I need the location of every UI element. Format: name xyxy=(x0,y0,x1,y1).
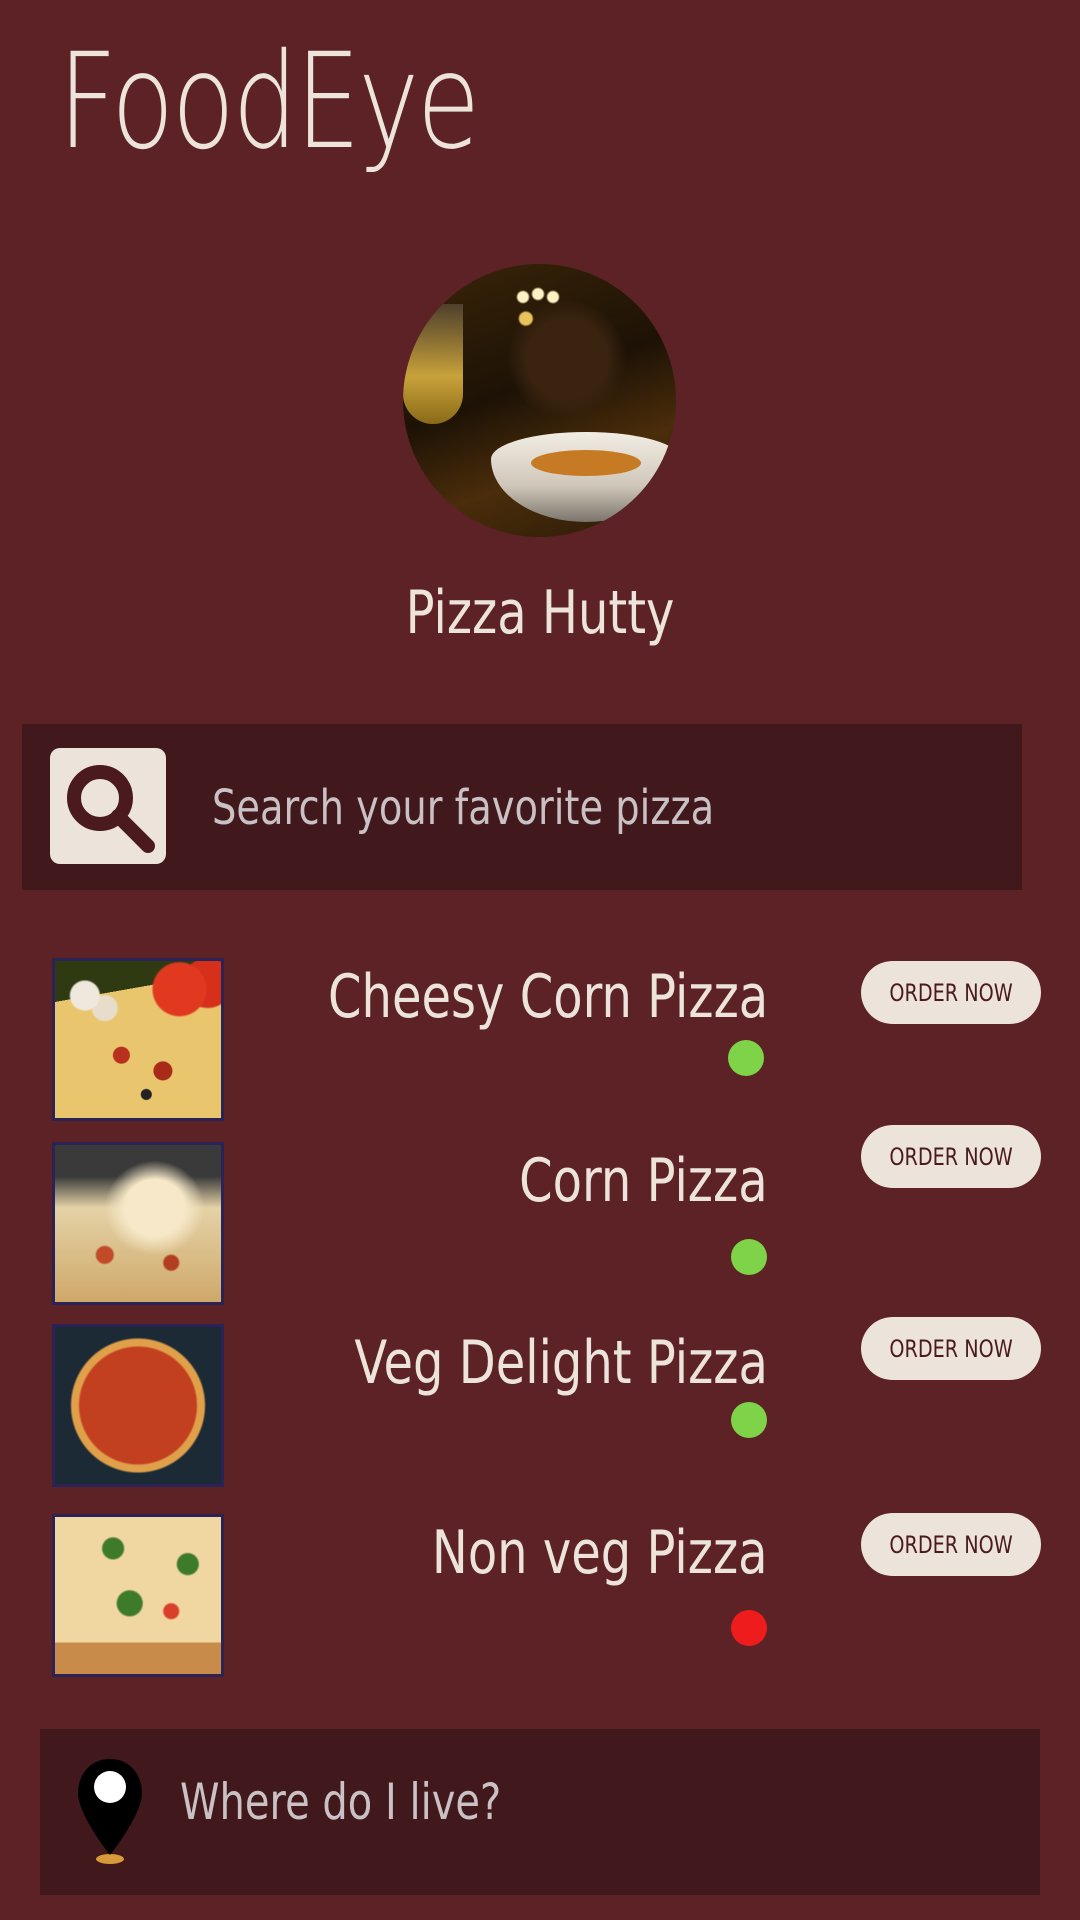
location-prompt[interactable]: Where do I live? xyxy=(180,1773,501,1831)
search-input[interactable] xyxy=(212,768,1004,848)
bowl-decoration xyxy=(491,432,676,522)
item-name: Corn Pizza xyxy=(519,1146,768,1216)
status-dot xyxy=(731,1402,767,1438)
pizza-photo xyxy=(52,958,224,1121)
pizza-photo xyxy=(52,1142,224,1305)
restaurant-name: Pizza Hutty xyxy=(405,578,675,648)
search-icon[interactable] xyxy=(50,748,166,864)
restaurant-avatar xyxy=(403,264,676,537)
list-item: Non veg Pizza ORDER NOW xyxy=(0,1513,1080,1684)
item-name: Cheesy Corn Pizza xyxy=(327,962,768,1032)
status-dot xyxy=(731,1239,767,1275)
pizza-photo xyxy=(52,1324,224,1487)
order-now-button[interactable]: ORDER NOW xyxy=(861,1317,1041,1380)
restaurant-lights-decoration xyxy=(513,282,563,312)
item-name: Non veg Pizza xyxy=(432,1518,768,1588)
search-bar[interactable] xyxy=(22,724,1022,890)
list-item: Veg Delight Pizza ORDER NOW xyxy=(0,1317,1080,1494)
app-title: FoodEye xyxy=(58,25,480,179)
status-dot xyxy=(728,1040,764,1076)
status-dot xyxy=(731,1610,767,1646)
order-now-button[interactable]: ORDER NOW xyxy=(861,1513,1041,1576)
order-now-button[interactable]: ORDER NOW xyxy=(861,961,1041,1024)
item-name: Veg Delight Pizza xyxy=(354,1328,768,1398)
map-pin-icon xyxy=(78,1759,142,1864)
search-placeholder-wrap xyxy=(212,768,1004,848)
list-item: Cheesy Corn Pizza ORDER NOW xyxy=(0,958,1080,1128)
pizza-photo xyxy=(52,1514,224,1677)
list-item: Corn Pizza ORDER NOW xyxy=(0,1125,1080,1312)
wine-glass-decoration xyxy=(403,304,463,424)
order-now-button[interactable]: ORDER NOW xyxy=(861,1125,1041,1188)
location-bar[interactable]: Where do I live? xyxy=(40,1729,1040,1895)
